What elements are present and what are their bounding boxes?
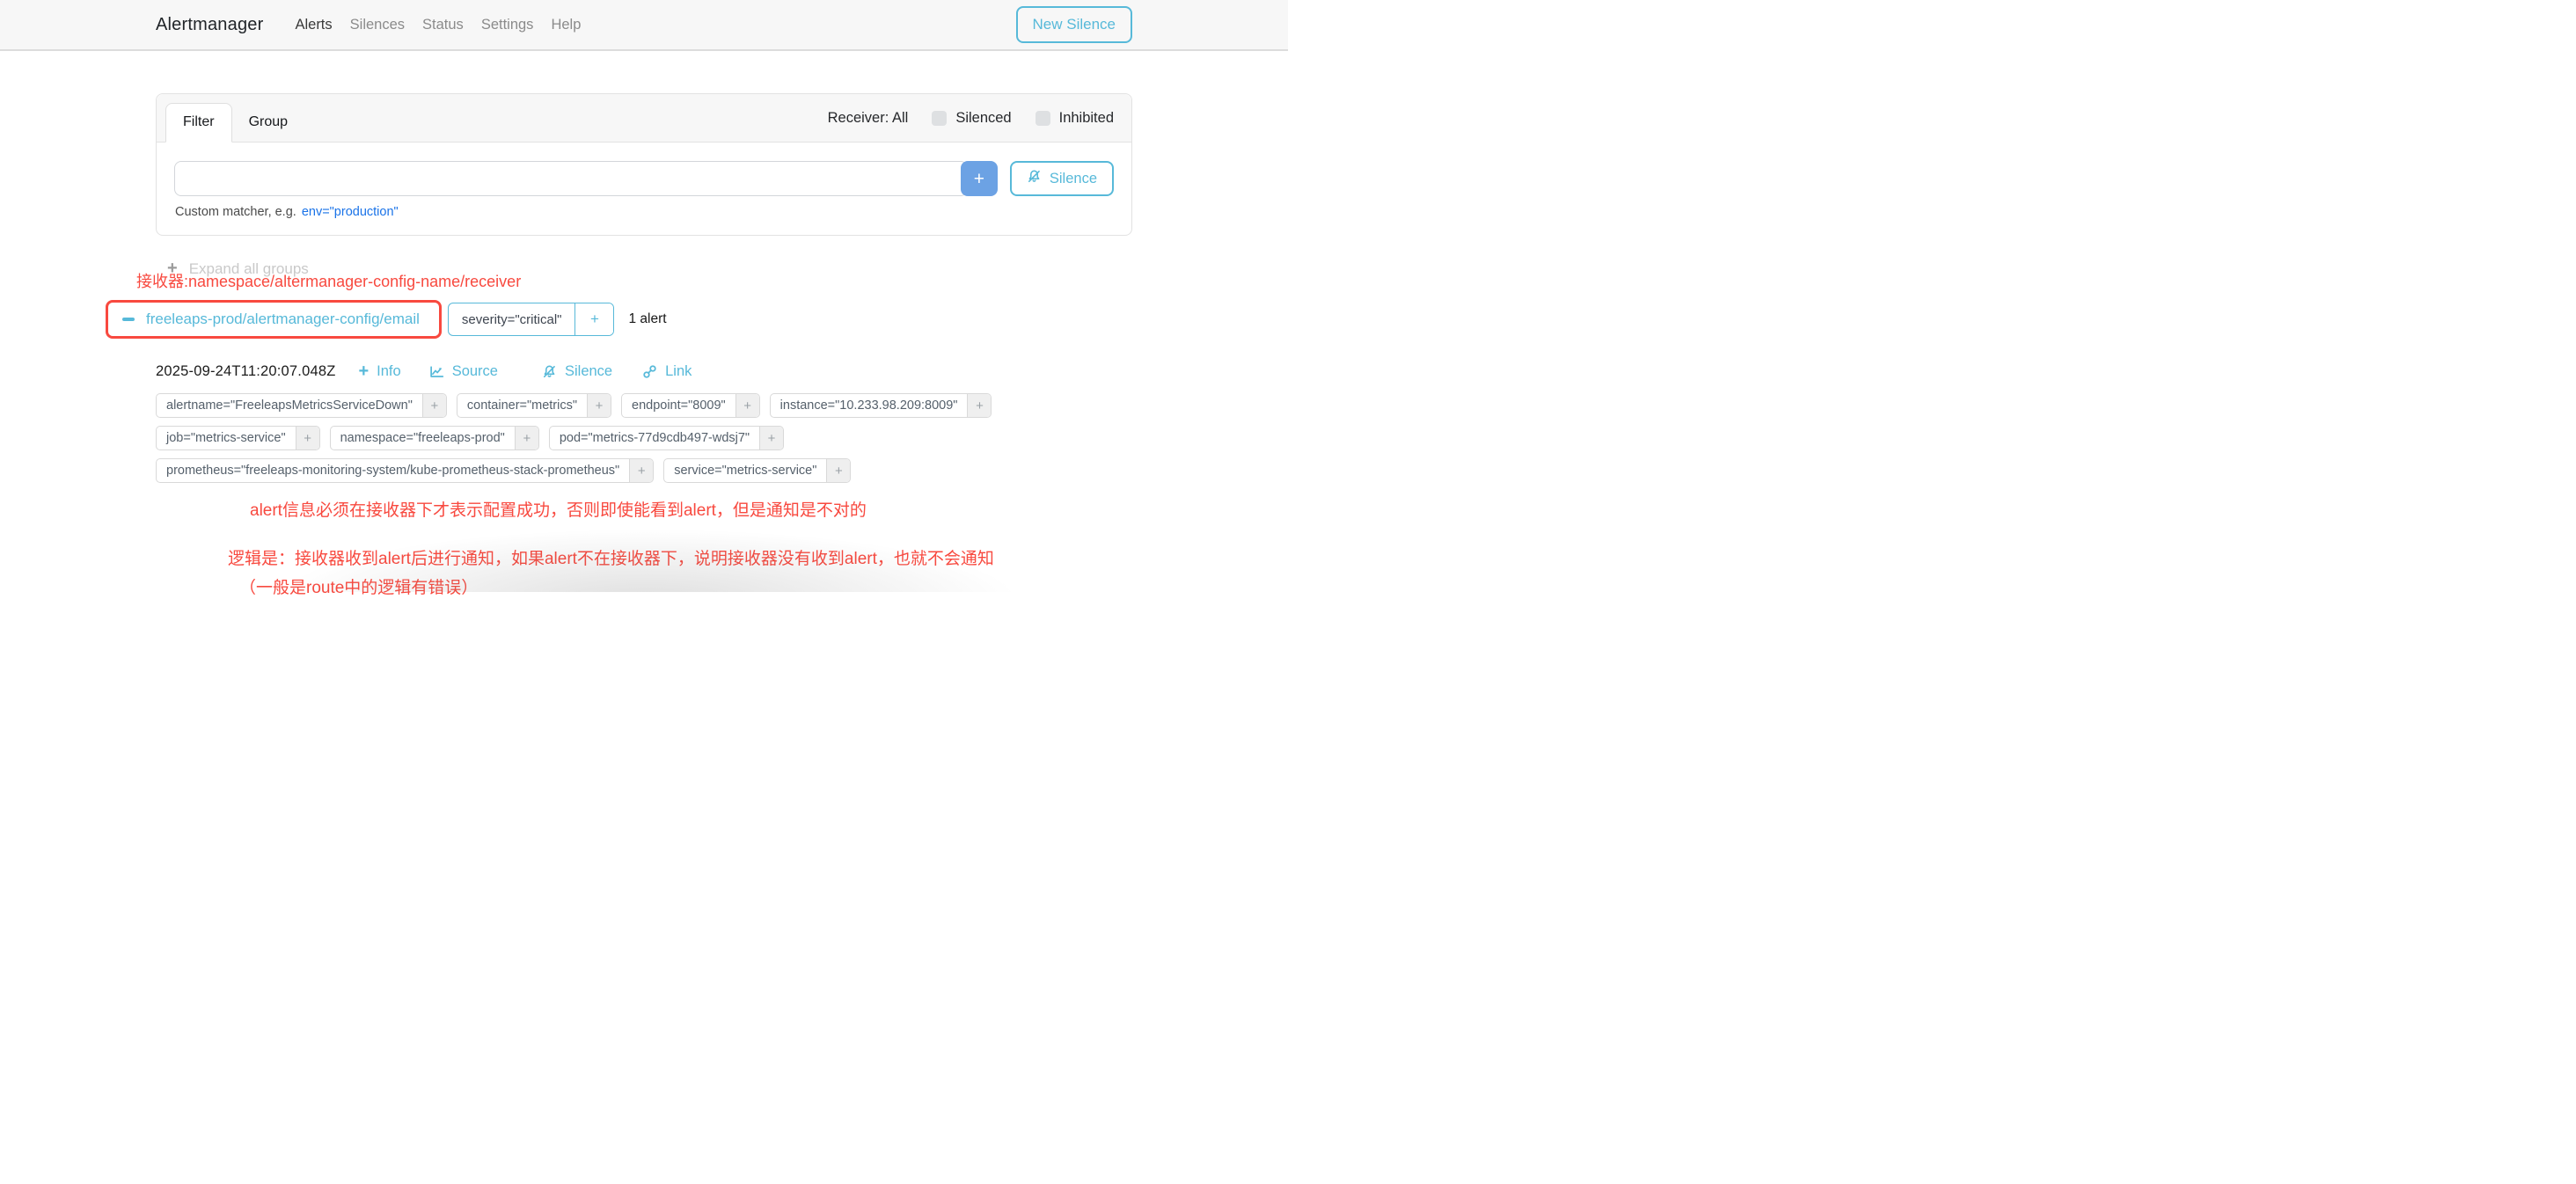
annotation-line-1: alert信息必须在接收器下才表示配置成功，否则即使能看到alert，但是通知是… bbox=[250, 497, 1132, 521]
alert-label-tag: pod="metrics-77d9cdb497-wdsj7" + bbox=[549, 426, 784, 450]
app-brand: Alertmanager bbox=[156, 15, 263, 35]
alert-meta-row: 2025-09-24T11:20:07.048Z + Info Source bbox=[156, 362, 1132, 380]
collapse-minus-icon bbox=[122, 318, 135, 321]
group-matcher-add-button[interactable]: + bbox=[574, 303, 613, 335]
label-filter-add-button[interactable]: + bbox=[826, 459, 850, 482]
alert-link-button[interactable]: Link bbox=[642, 363, 692, 380]
alert-label-tag: namespace="freeleaps-prod" + bbox=[330, 426, 539, 450]
alert-group-row: freeleaps-prod/alertmanager-config/email… bbox=[106, 300, 1132, 339]
nav-item-status[interactable]: Status bbox=[413, 10, 472, 40]
navbar: Alertmanager Alerts Silences Status Sett… bbox=[0, 0, 1288, 51]
silence-alert-button[interactable]: Silence bbox=[542, 363, 612, 380]
label-filter-add-button[interactable]: + bbox=[296, 427, 319, 449]
alert-labels-row-3: prometheus="freeleaps-monitoring-system/… bbox=[156, 458, 1132, 483]
inhibited-checkbox-group[interactable]: Inhibited bbox=[1036, 110, 1114, 127]
source-link[interactable]: Source bbox=[429, 363, 498, 380]
inhibited-label: Inhibited bbox=[1059, 110, 1114, 127]
label-filter-add-button[interactable]: + bbox=[515, 427, 538, 449]
group-toggle-button[interactable]: freeleaps-prod/alertmanager-config/email bbox=[110, 304, 432, 334]
alert-label-tag: container="metrics" + bbox=[457, 393, 611, 418]
silenced-checkbox[interactable] bbox=[932, 111, 947, 126]
nav-item-alerts[interactable]: Alerts bbox=[286, 10, 340, 40]
filter-card-body: + Silence Custom matcher, e.g.env="produ… bbox=[157, 143, 1131, 235]
receiver-dropdown[interactable]: Receiver: All bbox=[828, 110, 909, 127]
alert-label-tag: endpoint="8009" + bbox=[621, 393, 760, 418]
new-silence-button[interactable]: New Silence bbox=[1016, 6, 1133, 43]
annotation-line-3: （一般是route中的逻辑有错误） bbox=[239, 574, 1132, 598]
matcher-hint: Custom matcher, e.g.env="production" bbox=[174, 205, 1114, 219]
nav-item-settings[interactable]: Settings bbox=[472, 10, 543, 40]
alert-label-tag: service="metrics-service" + bbox=[663, 458, 851, 483]
label-filter-add-button[interactable]: + bbox=[735, 394, 759, 417]
label-filter-add-button[interactable]: + bbox=[587, 394, 611, 417]
label-filter-add-button[interactable]: + bbox=[967, 394, 991, 417]
bell-slash-icon bbox=[1027, 169, 1042, 188]
nav-item-help[interactable]: Help bbox=[542, 10, 589, 40]
alert-label-tag: job="metrics-service" + bbox=[156, 426, 320, 450]
tab-filter[interactable]: Filter bbox=[165, 103, 232, 143]
silenced-label: Silenced bbox=[955, 110, 1011, 127]
filter-card: Filter Group Receiver: All Silenced Inhi… bbox=[156, 93, 1132, 236]
plus-icon: + bbox=[358, 362, 369, 380]
info-button[interactable]: + Info bbox=[358, 362, 400, 380]
group-matcher-label: severity="critical" bbox=[449, 303, 575, 335]
inhibited-checkbox[interactable] bbox=[1036, 111, 1050, 126]
add-matcher-button[interactable]: + bbox=[961, 161, 998, 196]
label-filter-add-button[interactable]: + bbox=[629, 459, 653, 482]
annotation-highlight-box: freeleaps-prod/alertmanager-config/email bbox=[106, 300, 442, 339]
annotation-receiver-note: 接收器:namespace/altermanager-config-name/r… bbox=[136, 269, 1132, 292]
bell-slash-icon bbox=[542, 364, 557, 379]
alert-count: 1 alert bbox=[628, 311, 666, 327]
group-matcher-control: severity="critical" + bbox=[448, 303, 615, 336]
nav-item-silences[interactable]: Silences bbox=[341, 10, 413, 40]
label-filter-add-button[interactable]: + bbox=[422, 394, 446, 417]
alert-timestamp: 2025-09-24T11:20:07.048Z bbox=[156, 363, 335, 380]
label-filter-add-button[interactable]: + bbox=[759, 427, 783, 449]
filter-tabs: Filter Group bbox=[165, 94, 304, 142]
alert-labels-row-2: job="metrics-service" + namespace="freel… bbox=[156, 426, 1132, 450]
chart-line-icon bbox=[429, 364, 444, 379]
tab-group[interactable]: Group bbox=[232, 104, 304, 142]
nav-links: Alerts Silences Status Settings Help bbox=[286, 10, 589, 40]
annotation-line-2: 逻辑是：接收器收到alert后进行通知，如果alert不在接收器下，说明接收器没… bbox=[228, 545, 1132, 569]
alert-label-tag: alertname="FreeleapsMetricsServiceDown" … bbox=[156, 393, 447, 418]
link-icon bbox=[642, 364, 657, 379]
filter-card-header: Filter Group Receiver: All Silenced Inhi… bbox=[157, 94, 1131, 143]
silence-filter-button[interactable]: Silence bbox=[1010, 161, 1114, 196]
alert-labels-row-1: alertname="FreeleapsMetricsServiceDown" … bbox=[156, 393, 1132, 418]
alert-label-tag: prometheus="freeleaps-monitoring-system/… bbox=[156, 458, 654, 483]
matcher-example-link[interactable]: env="production" bbox=[302, 205, 399, 219]
alert-label-tag: instance="10.233.98.209:8009" + bbox=[770, 393, 992, 418]
matcher-input[interactable] bbox=[174, 161, 968, 196]
silenced-checkbox-group[interactable]: Silenced bbox=[932, 110, 1011, 127]
